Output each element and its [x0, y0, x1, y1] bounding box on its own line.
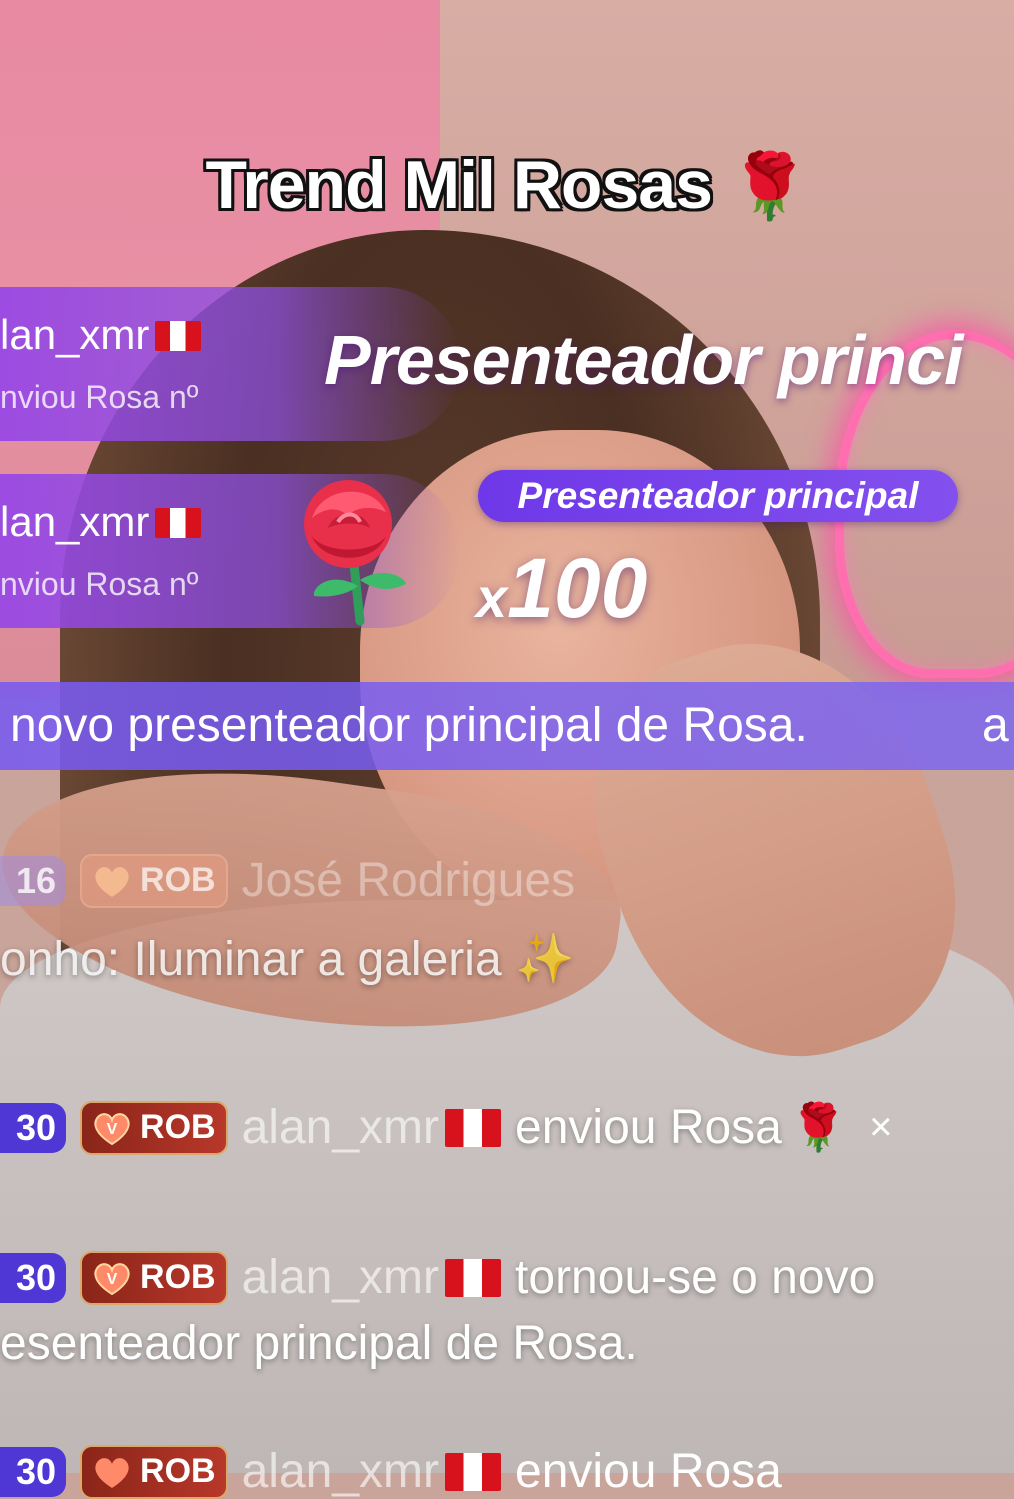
combo-prefix: x [476, 566, 508, 629]
chat-username: José Rodrigues [241, 854, 576, 907]
peru-flag-icon [155, 508, 202, 538]
chat-line: onho: Iluminar a galeria ✨ [0, 930, 575, 987]
peru-flag-icon [445, 1452, 502, 1491]
tier-badge-label: ROB [140, 1108, 216, 1146]
peru-flag-icon [445, 1258, 502, 1297]
peru-flag-icon [155, 321, 202, 351]
gift-sender-name: lan_xmr [0, 498, 150, 545]
gift-description: nviou Rosa nº [0, 566, 199, 602]
chat-line-text: onho: Iluminar a galeria [0, 933, 502, 986]
rose-icon: 🌹 [729, 150, 810, 222]
level-badge: 30 [0, 1102, 67, 1153]
announcement-ticker: novo presenteador principal de Rosa. a [0, 682, 1014, 770]
heart-v-badge-icon: V [94, 1112, 130, 1145]
chat-message[interactable]: 30 V ROB alan_xmr tornou-se o novo [0, 1250, 875, 1305]
gift-sender: lan_xmr [0, 498, 202, 546]
gift-sender: lan_xmr [0, 311, 202, 359]
tier-badge-label: ROB [140, 1258, 216, 1296]
top-gifter-banner: Presenteador princi [324, 321, 963, 399]
heart-v-badge-icon: V [94, 1262, 130, 1295]
combo-count: 100 [507, 541, 648, 635]
rose-gift-icon [304, 480, 406, 626]
level-badge: 16 [0, 855, 67, 906]
chat-username: alan_xmr [241, 1101, 440, 1154]
chat-message[interactable]: 30 V ROB alan_xmr enviou Rosa 🌹 × [0, 1100, 893, 1155]
gift-combo-counter: x100 [476, 540, 647, 637]
svg-text:V: V [107, 1121, 118, 1138]
caption-text: Trend Mil Rosas [205, 147, 712, 223]
svg-text:V: V [107, 1271, 118, 1288]
chat-line: esenteador principal de Rosa. [0, 1317, 638, 1370]
gift-sender-name: lan_xmr [0, 311, 150, 358]
chat-message-text: enviou Rosa [515, 1445, 782, 1498]
chat-username: alan_xmr [241, 1445, 440, 1498]
gift-description: nviou Rosa nº [0, 379, 199, 415]
tier-badge-label: ROB [140, 861, 216, 899]
tier-badge: V ROB [80, 1250, 228, 1305]
video-caption: Trend Mil Rosas 🌹 [0, 146, 1014, 224]
tier-badge-label: ROB [140, 1452, 216, 1490]
chat-message[interactable]: 30 ROB alan_xmr enviou Rosa [0, 1444, 782, 1499]
multiplier-text: × [869, 1105, 893, 1149]
peru-flag-icon [445, 1108, 502, 1147]
level-badge: 30 [0, 1252, 67, 1303]
chat-message[interactable]: 16 ROB José Rodrigues [0, 853, 575, 908]
tier-badge: ROB [80, 853, 228, 908]
ticker-text: novo presenteador principal de Rosa. [10, 699, 808, 752]
level-badge: 30 [0, 1446, 67, 1497]
chat-username: alan_xmr [241, 1251, 440, 1304]
tier-badge: V ROB [80, 1100, 228, 1155]
ticker-trailing: a [982, 699, 1009, 752]
heart-v-badge-icon [95, 1457, 129, 1488]
heart-icon [95, 866, 129, 897]
rose-icon: 🌹 [789, 1101, 848, 1153]
chat-message-text: tornou-se o novo [515, 1251, 876, 1304]
chat-message-text: enviou Rosa [515, 1101, 782, 1154]
top-gifter-pill: Presenteador principal [478, 470, 958, 522]
tier-badge: ROB [80, 1444, 228, 1499]
sparkles-icon: ✨ [514, 933, 575, 986]
